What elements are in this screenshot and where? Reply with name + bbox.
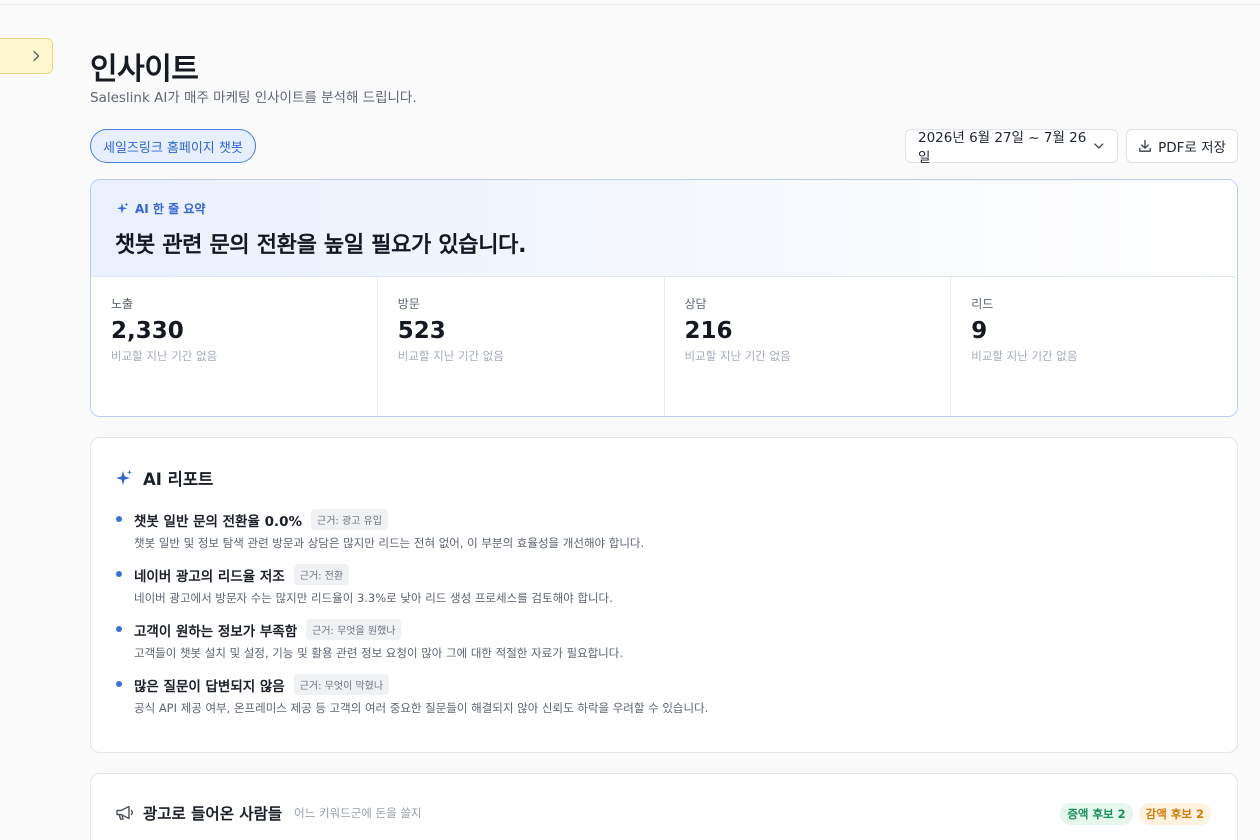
report-item-desc: 고객들이 챗봇 설치 및 설정, 기능 및 활용 관련 정보 요청이 많아 그에… — [134, 646, 623, 660]
list-item: 챗봇 일반 문의 전환율 0.0% 근거: 광고 유입 챗봇 일반 및 정보 탐… — [115, 509, 1213, 551]
evidence-badge: 근거: 무엇이 막혔나 — [293, 674, 390, 695]
ai-report-title: AI 리포트 — [143, 470, 214, 489]
ai-report-header: AI 리포트 — [115, 466, 1213, 490]
bullet-dot — [116, 516, 122, 522]
metric-label: 노출 — [111, 297, 134, 311]
save-pdf-button[interactable]: PDF로 저장 — [1126, 129, 1238, 163]
metric-note: 비교할 지난 기간 없음 — [111, 349, 218, 363]
metric-consultations: 상담 216 비교할 지난 기간 없음 — [665, 277, 952, 416]
page-subtitle: Saleslink AI가 매주 마케팅 인사이트를 분석해 드립니다. — [90, 90, 417, 106]
ad-candidate-badges: 증액 후보 2 감액 후보 2 — [1060, 803, 1211, 825]
report-item-desc: 네이버 광고에서 방문자 수는 많지만 리드율이 3.3%로 낮아 리드 생성 … — [134, 591, 613, 605]
evidence-badge: 근거: 전환 — [293, 564, 350, 585]
ad-visitors-card: 광고로 들어온 사람들 어느 키워드군에 돈을 쓸지 증액 후보 2 감액 후보… — [90, 773, 1238, 840]
metric-note: 비교할 지난 기간 없음 — [397, 349, 504, 363]
list-item: 많은 질문이 답변되지 않음 근거: 무엇이 막혔나 공식 API 제공 여부,… — [115, 674, 1213, 716]
metric-label: 상담 — [684, 297, 707, 311]
page-title: 인사이트 — [90, 52, 199, 87]
metrics-row: 노출 2,330 비교할 지난 기간 없음 방문 523 비교할 지난 기간 없… — [91, 277, 1237, 416]
list-item: 네이버 광고의 리드율 저조 근거: 전환 네이버 광고에서 방문자 수는 많지… — [115, 564, 1213, 606]
report-item-title: 챗봇 일반 문의 전환율 0.0% — [134, 513, 303, 530]
metric-visits: 방문 523 비교할 지난 기간 없음 — [378, 277, 665, 416]
metric-value: 2,330 — [111, 318, 184, 344]
bullet-dot — [116, 681, 122, 687]
ai-report-card: AI 리포트 챗봇 일반 문의 전환율 0.0% 근거: 광고 유입 챗봇 일반… — [90, 437, 1238, 753]
ai-summary-tag-label: AI 한 줄 요약 — [135, 202, 206, 216]
sidebar-expand-button[interactable] — [0, 38, 53, 74]
ad-visitors-header: 광고로 들어온 사람들 어느 키워드군에 돈을 쓸지 — [115, 802, 1213, 824]
metric-impressions: 노출 2,330 비교할 지난 기간 없음 — [91, 277, 378, 416]
download-icon — [1139, 139, 1151, 152]
sparkle-icon — [116, 469, 132, 485]
ai-summary-headline: 챗봇 관련 문의 전환을 높일 필요가 있습니다. — [115, 233, 527, 258]
metric-value: 9 — [971, 318, 988, 344]
channel-filter-label: 세일즈링크 홈페이지 챗봇 — [103, 140, 243, 156]
ai-summary-tag: AI 한 줄 요약 — [115, 200, 1213, 217]
metric-label: 리드 — [971, 297, 994, 311]
report-item-desc: 챗봇 일반 및 정보 탐색 관련 방문과 상담은 많지만 리드는 전혀 없어, … — [134, 536, 645, 550]
report-item-row: 챗봇 일반 문의 전환율 0.0% 근거: 광고 유입 — [134, 509, 1213, 530]
report-item-desc: 공식 API 제공 여부, 온프레미스 제공 등 고객의 여러 중요한 질문들이… — [134, 701, 709, 715]
metric-value: 216 — [684, 318, 733, 344]
channel-filter-chip[interactable]: 세일즈링크 홈페이지 챗봇 — [90, 129, 256, 163]
date-range-label: 2026년 6월 27일 ~ 7월 26일 — [918, 130, 1087, 166]
metric-note: 비교할 지난 기간 없음 — [684, 349, 791, 363]
report-item-row: 고객이 원하는 정보가 부족함 근거: 무엇을 원했나 — [134, 619, 1213, 640]
metric-note: 비교할 지난 기간 없음 — [971, 349, 1078, 363]
sparkle-icon — [116, 202, 129, 214]
report-item-title: 많은 질문이 답변되지 않음 — [134, 678, 285, 695]
chevron-down-icon — [1094, 143, 1104, 149]
metric-value: 523 — [397, 318, 446, 344]
metric-leads: 리드 9 비교할 지난 기간 없음 — [951, 277, 1237, 416]
chevron-right-icon — [33, 50, 40, 62]
evidence-badge: 근거: 광고 유입 — [311, 509, 388, 530]
ai-summary-header: AI 한 줄 요약 챗봇 관련 문의 전환을 높일 필요가 있습니다. — [91, 180, 1237, 277]
report-item-row: 네이버 광고의 리드율 저조 근거: 전환 — [134, 564, 1213, 585]
date-range-select[interactable]: 2026년 6월 27일 ~ 7월 26일 — [905, 129, 1118, 166]
report-item-title: 네이버 광고의 리드율 저조 — [134, 568, 285, 585]
increase-candidate-badge[interactable]: 증액 후보 2 — [1060, 803, 1133, 825]
megaphone-icon — [116, 805, 133, 820]
bullet-dot — [116, 571, 122, 577]
metric-label: 방문 — [397, 297, 420, 311]
top-divider — [0, 4, 1260, 5]
save-pdf-label: PDF로 저장 — [1158, 140, 1226, 156]
bullet-dot — [116, 626, 122, 632]
decrease-candidate-badge[interactable]: 감액 후보 2 — [1138, 803, 1211, 825]
report-item-title: 고객이 원하는 정보가 부족함 — [134, 623, 298, 640]
report-item-row: 많은 질문이 답변되지 않음 근거: 무엇이 막혔나 — [134, 674, 1213, 695]
ai-report-list: 챗봇 일반 문의 전환율 0.0% 근거: 광고 유입 챗봇 일반 및 정보 탐… — [115, 509, 1213, 716]
ai-summary-card: AI 한 줄 요약 챗봇 관련 문의 전환을 높일 필요가 있습니다. 노출 2… — [90, 179, 1238, 417]
list-item: 고객이 원하는 정보가 부족함 근거: 무엇을 원했나 고객들이 챗봇 설치 및… — [115, 619, 1213, 661]
evidence-badge: 근거: 무엇을 원했나 — [306, 619, 402, 640]
ad-visitors-subtitle: 어느 키워드군에 돈을 쓸지 — [294, 806, 422, 820]
ad-visitors-title: 광고로 들어온 사람들 — [143, 805, 283, 823]
